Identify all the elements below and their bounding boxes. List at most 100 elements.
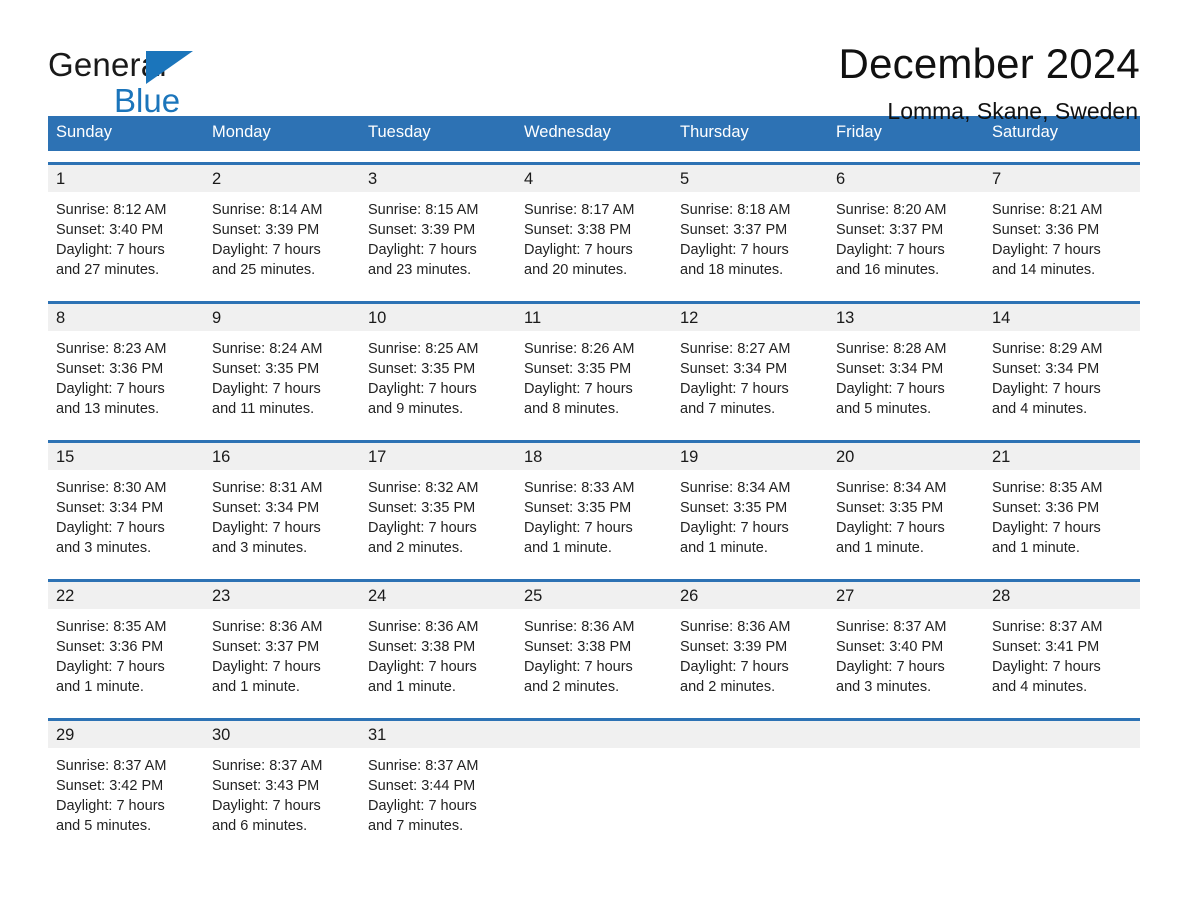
day-cell[interactable]: 21 Sunrise: 8:35 AM Sunset: 3:36 PM Dayl… [984, 442, 1140, 568]
daylight-text-line1: Daylight: 7 hours [680, 519, 789, 536]
day-details: Sunrise: 8:12 AM Sunset: 3:40 PM Dayligh… [48, 192, 204, 290]
day-details: Sunrise: 8:14 AM Sunset: 3:39 PM Dayligh… [204, 192, 360, 290]
sunset-text: Sunset: 3:40 PM [56, 221, 164, 238]
daylight-text-line1: Daylight: 7 hours [212, 380, 321, 397]
day-header-wednesday: Wednesday [524, 123, 611, 141]
day-number: 29 [48, 720, 204, 748]
brand-logo: General Blue [48, 42, 228, 117]
sunset-text: Sunset: 3:37 PM [212, 638, 320, 655]
day-cell[interactable]: 12 Sunrise: 8:27 AM Sunset: 3:34 PM Dayl… [672, 303, 828, 429]
day-header-monday: Monday [212, 123, 271, 141]
day-number: 20 [828, 442, 984, 470]
daylight-text-line1: Daylight: 7 hours [368, 380, 477, 397]
day-details: Sunrise: 8:32 AM Sunset: 3:35 PM Dayligh… [360, 470, 516, 568]
day-cell[interactable]: 25 Sunrise: 8:36 AM Sunset: 3:38 PM Dayl… [516, 581, 672, 707]
daylight-text-line1: Daylight: 7 hours [836, 658, 945, 675]
day-details: Sunrise: 8:31 AM Sunset: 3:34 PM Dayligh… [204, 470, 360, 568]
daylight-text-line1: Daylight: 7 hours [836, 380, 945, 397]
day-cell[interactable]: 23 Sunrise: 8:36 AM Sunset: 3:37 PM Dayl… [204, 581, 360, 707]
sunset-text: Sunset: 3:36 PM [56, 638, 164, 655]
daylight-text-line1: Daylight: 7 hours [524, 241, 633, 258]
daylight-text-line2: and 20 minutes. [524, 261, 628, 278]
day-cell[interactable]: 9 Sunrise: 8:24 AM Sunset: 3:35 PM Dayli… [204, 303, 360, 429]
day-header-friday: Friday [836, 123, 882, 141]
day-cell[interactable]: 8 Sunrise: 8:23 AM Sunset: 3:36 PM Dayli… [48, 303, 204, 429]
day-details: Sunrise: 8:35 AM Sunset: 3:36 PM Dayligh… [984, 470, 1140, 568]
sunrise-text: Sunrise: 8:37 AM [56, 757, 167, 774]
day-cell[interactable]: 30 Sunrise: 8:37 AM Sunset: 3:43 PM Dayl… [204, 720, 360, 846]
day-cell[interactable]: 31 Sunrise: 8:37 AM Sunset: 3:44 PM Dayl… [360, 720, 516, 846]
day-cell[interactable]: 20 Sunrise: 8:34 AM Sunset: 3:35 PM Dayl… [828, 442, 984, 568]
day-details: Sunrise: 8:18 AM Sunset: 3:37 PM Dayligh… [672, 192, 828, 290]
day-cell[interactable]: 17 Sunrise: 8:32 AM Sunset: 3:35 PM Dayl… [360, 442, 516, 568]
day-number: 5 [672, 164, 828, 192]
day-details: Sunrise: 8:17 AM Sunset: 3:38 PM Dayligh… [516, 192, 672, 290]
day-number: 10 [360, 303, 516, 331]
day-cell[interactable]: 24 Sunrise: 8:36 AM Sunset: 3:38 PM Dayl… [360, 581, 516, 707]
daylight-text-line2: and 5 minutes. [836, 400, 932, 417]
daylight-text-line1: Daylight: 7 hours [992, 380, 1101, 397]
sunrise-text: Sunrise: 8:36 AM [368, 618, 479, 635]
day-cell[interactable]: 3 Sunrise: 8:15 AM Sunset: 3:39 PM Dayli… [360, 164, 516, 290]
day-cell[interactable]: 19 Sunrise: 8:34 AM Sunset: 3:35 PM Dayl… [672, 442, 828, 568]
day-details: Sunrise: 8:37 AM Sunset: 3:40 PM Dayligh… [828, 609, 984, 707]
day-cell[interactable]: 2 Sunrise: 8:14 AM Sunset: 3:39 PM Dayli… [204, 164, 360, 290]
day-number [984, 720, 1140, 748]
day-cell[interactable]: 27 Sunrise: 8:37 AM Sunset: 3:40 PM Dayl… [828, 581, 984, 707]
sunset-text: Sunset: 3:36 PM [992, 221, 1100, 238]
sunrise-text: Sunrise: 8:18 AM [680, 201, 791, 218]
daylight-text-line1: Daylight: 7 hours [212, 519, 321, 536]
day-cell[interactable]: 1 Sunrise: 8:12 AM Sunset: 3:40 PM Dayli… [48, 164, 204, 290]
day-cell[interactable]: 29 Sunrise: 8:37 AM Sunset: 3:42 PM Dayl… [48, 720, 204, 846]
day-cell[interactable]: 4 Sunrise: 8:17 AM Sunset: 3:38 PM Dayli… [516, 164, 672, 290]
day-details: Sunrise: 8:37 AM Sunset: 3:44 PM Dayligh… [360, 748, 516, 846]
daylight-text-line2: and 4 minutes. [992, 400, 1088, 417]
day-cell[interactable]: 14 Sunrise: 8:29 AM Sunset: 3:34 PM Dayl… [984, 303, 1140, 429]
daylight-text-line2: and 1 minute. [992, 539, 1080, 556]
daylight-text-line1: Daylight: 7 hours [524, 519, 633, 536]
daylight-text-line1: Daylight: 7 hours [524, 380, 633, 397]
brand-name-blue: Blue [114, 82, 181, 119]
day-cell[interactable]: 22 Sunrise: 8:35 AM Sunset: 3:36 PM Dayl… [48, 581, 204, 707]
week-row: 29 Sunrise: 8:37 AM Sunset: 3:42 PM Dayl… [48, 717, 1140, 846]
sunset-text: Sunset: 3:35 PM [524, 499, 632, 516]
sunrise-text: Sunrise: 8:14 AM [212, 201, 323, 218]
day-cell[interactable]: 5 Sunrise: 8:18 AM Sunset: 3:37 PM Dayli… [672, 164, 828, 290]
day-number: 3 [360, 164, 516, 192]
day-details: Sunrise: 8:37 AM Sunset: 3:43 PM Dayligh… [204, 748, 360, 846]
sunrise-text: Sunrise: 8:27 AM [680, 340, 791, 357]
day-number: 17 [360, 442, 516, 470]
day-cell[interactable]: 18 Sunrise: 8:33 AM Sunset: 3:35 PM Dayl… [516, 442, 672, 568]
day-details: Sunrise: 8:30 AM Sunset: 3:34 PM Dayligh… [48, 470, 204, 568]
day-number: 19 [672, 442, 828, 470]
day-cell[interactable]: 26 Sunrise: 8:36 AM Sunset: 3:39 PM Dayl… [672, 581, 828, 707]
sunrise-text: Sunrise: 8:29 AM [992, 340, 1103, 357]
day-number: 18 [516, 442, 672, 470]
day-cell[interactable]: 10 Sunrise: 8:25 AM Sunset: 3:35 PM Dayl… [360, 303, 516, 429]
triangle-icon [146, 51, 193, 84]
day-cell[interactable]: 6 Sunrise: 8:20 AM Sunset: 3:37 PM Dayli… [828, 164, 984, 290]
day-cell[interactable]: 16 Sunrise: 8:31 AM Sunset: 3:34 PM Dayl… [204, 442, 360, 568]
daylight-text-line2: and 7 minutes. [680, 400, 776, 417]
day-details: Sunrise: 8:20 AM Sunset: 3:37 PM Dayligh… [828, 192, 984, 290]
day-number: 8 [48, 303, 204, 331]
day-details: Sunrise: 8:37 AM Sunset: 3:42 PM Dayligh… [48, 748, 204, 846]
sunset-text: Sunset: 3:36 PM [56, 360, 164, 377]
sunrise-text: Sunrise: 8:34 AM [680, 479, 791, 496]
day-cell[interactable]: 7 Sunrise: 8:21 AM Sunset: 3:36 PM Dayli… [984, 164, 1140, 290]
day-cell[interactable]: 15 Sunrise: 8:30 AM Sunset: 3:34 PM Dayl… [48, 442, 204, 568]
day-number: 25 [516, 581, 672, 609]
day-details: Sunrise: 8:34 AM Sunset: 3:35 PM Dayligh… [672, 470, 828, 568]
sunset-text: Sunset: 3:34 PM [836, 360, 944, 377]
day-cell[interactable]: 28 Sunrise: 8:37 AM Sunset: 3:41 PM Dayl… [984, 581, 1140, 707]
daylight-text-line2: and 23 minutes. [368, 261, 472, 278]
day-cell[interactable]: 11 Sunrise: 8:26 AM Sunset: 3:35 PM Dayl… [516, 303, 672, 429]
day-cell[interactable]: 13 Sunrise: 8:28 AM Sunset: 3:34 PM Dayl… [828, 303, 984, 429]
daylight-text-line2: and 16 minutes. [836, 261, 940, 278]
day-number: 6 [828, 164, 984, 192]
sunrise-text: Sunrise: 8:37 AM [992, 618, 1103, 635]
sunrise-text: Sunrise: 8:23 AM [56, 340, 167, 357]
day-cell-empty [516, 720, 672, 846]
daylight-text-line2: and 13 minutes. [56, 400, 160, 417]
day-details: Sunrise: 8:21 AM Sunset: 3:36 PM Dayligh… [984, 192, 1140, 290]
